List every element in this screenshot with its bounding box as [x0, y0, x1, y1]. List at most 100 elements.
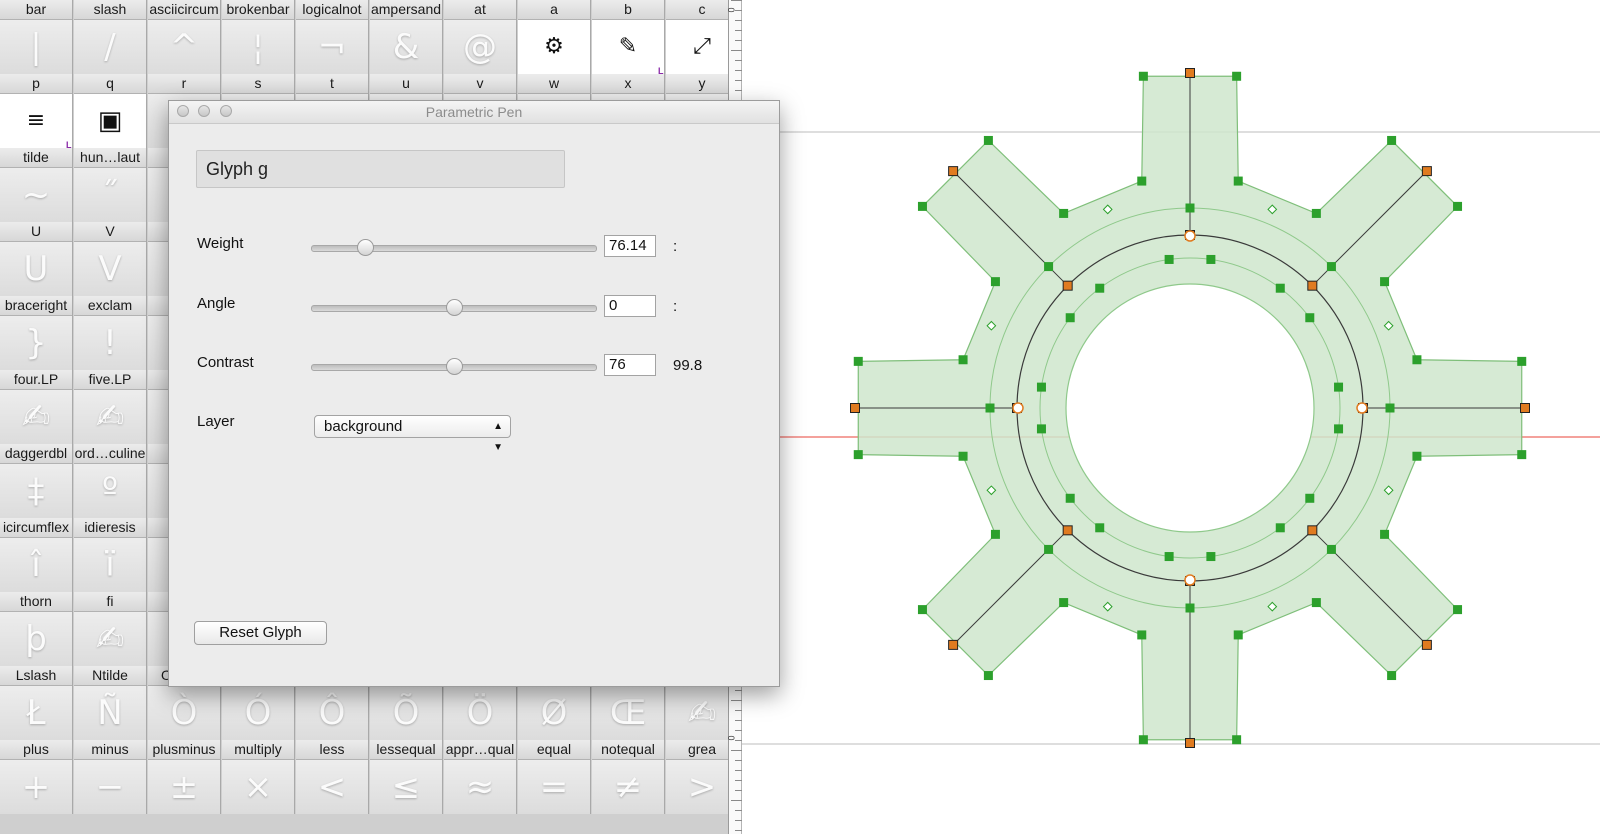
glyph-preview: Ø: [518, 686, 590, 740]
glyph-cell-label: v: [444, 74, 516, 94]
glyph-cell[interactable]: asciicircum ^: [148, 0, 221, 74]
glyph-cell-label: x: [592, 74, 664, 94]
orange-node: [1421, 166, 1432, 177]
weight-value-field[interactable]: 76.14: [604, 235, 656, 257]
glyph-cell[interactable]: braceright}: [0, 296, 73, 370]
weight-slider[interactable]: [311, 239, 597, 256]
green-node: [1311, 598, 1321, 608]
layer-select[interactable]: background ▲ ▼: [314, 415, 511, 453]
glyph-preview: ï: [74, 538, 146, 592]
glyph-cell[interactable]: thorn þ: [0, 592, 73, 666]
glyph-cell[interactable]: hun…laut ˝: [74, 148, 147, 222]
glyph-cell-label: U: [0, 222, 72, 242]
glyph-preview: >: [666, 760, 728, 814]
green-node: [958, 451, 968, 461]
gear-hole: [1065, 283, 1315, 533]
glyph-cell[interactable]: icircumflex î: [0, 518, 73, 592]
glyph-cell-label: ord…culine: [74, 444, 146, 464]
glyph-cell[interactable]: appr…qual ≈: [444, 740, 517, 814]
glyph-cell[interactable]: brokenbar ¦: [222, 0, 295, 74]
glyph-canvas[interactable]: [742, 0, 1600, 834]
glyph-cell[interactable]: p ≡ L: [0, 74, 73, 150]
reset-glyph-button[interactable]: Reset Glyph: [194, 621, 327, 645]
glyph-cell-label: s: [222, 74, 294, 94]
glyph-preview: ±: [148, 760, 220, 814]
glyph-cell-label: brokenbar: [222, 0, 294, 20]
glyph-cell[interactable]: fi ✍: [74, 592, 147, 666]
glyph-cell[interactable]: c ⤢: [666, 0, 728, 74]
minimize-window-button[interactable]: [198, 105, 210, 117]
glyph-cell[interactable]: notequal ≠: [592, 740, 665, 814]
glyph-cell-label: minus: [74, 740, 146, 760]
glyph-cell[interactable]: ampersand &: [370, 0, 443, 74]
glyph-cell[interactable]: slash /: [74, 0, 147, 74]
glyph-name-field: Glyph g: [196, 150, 565, 188]
glyph-cell[interactable]: less <: [296, 740, 369, 814]
glyph-preview: ˝: [74, 168, 146, 222]
green-node: [1059, 208, 1069, 218]
glyph-cell[interactable]: UU: [0, 222, 73, 296]
glyph-cell[interactable]: bar |: [0, 0, 73, 74]
glyph-cell[interactable]: grea >: [666, 740, 728, 814]
contrast-label: Contrast: [197, 354, 254, 371]
glyph-cell[interactable]: five.LP ✍: [74, 370, 147, 444]
glyph-cell-label: asciicircum: [148, 0, 220, 20]
glyph-cell-label: c: [666, 0, 728, 20]
weight-slider-knob[interactable]: [357, 239, 375, 256]
dialog-title: Parametric Pen: [425, 104, 523, 120]
glyph-preview: Œ: [592, 686, 664, 740]
green-node: [1387, 135, 1397, 145]
close-window-button[interactable]: [177, 105, 189, 117]
glyph-cell[interactable]: VV: [74, 222, 147, 296]
glyph-cell[interactable]: equal =: [518, 740, 591, 814]
angle-slider[interactable]: [311, 299, 597, 316]
glyph-cell[interactable]: daggerdbl ‡: [0, 444, 73, 518]
glyph-cell[interactable]: minus −: [74, 740, 147, 814]
glyph-cell-label: braceright: [0, 296, 72, 316]
glyph-cell-label: logicalnot: [296, 0, 368, 20]
green-node: [1185, 203, 1195, 213]
green-node: [1412, 355, 1422, 365]
glyph-cell[interactable]: four.LP ✍: [0, 370, 73, 444]
select-arrows-icon: ▲ ▼: [493, 421, 503, 453]
green-node: [990, 529, 1000, 539]
contrast-slider-knob[interactable]: [445, 358, 463, 375]
angle-value-field[interactable]: 0: [604, 295, 656, 317]
glyph-cell[interactable]: logicalnot ¬: [296, 0, 369, 74]
angle-slider-knob[interactable]: [445, 299, 463, 316]
zoom-window-button[interactable]: [220, 105, 232, 117]
glyph-cell[interactable]: a ⚙: [518, 0, 591, 74]
glyph-cell[interactable]: ord…culine º: [74, 444, 147, 518]
contrast-slider[interactable]: [311, 358, 597, 375]
glyph-preview: Ô: [296, 686, 368, 740]
glyph-cell[interactable]: tilde ~: [0, 148, 73, 222]
glyph-cell[interactable]: exclam!: [74, 296, 147, 370]
glyph-cell[interactable]: idieresis ï: [74, 518, 147, 592]
glyph-cell[interactable]: Lslash Ł: [0, 666, 73, 740]
green-node: [1065, 493, 1075, 503]
glyph-cell-label: multiply: [222, 740, 294, 760]
green-node: [985, 403, 995, 413]
glyph-preview: =: [518, 760, 590, 814]
glyph-cell[interactable]: q ▣: [74, 74, 147, 148]
orange-node: [1421, 639, 1432, 650]
glyph-cell[interactable]: plusminus ±: [148, 740, 221, 814]
glyph-cell[interactable]: plus +: [0, 740, 73, 814]
glyph-cell-label: q: [74, 74, 146, 94]
glyph-cell[interactable]: Ntilde Ñ: [74, 666, 147, 740]
glyph-cell[interactable]: at @: [444, 0, 517, 74]
gear-outline-drawing: [742, 68, 1600, 748]
green-node: [853, 356, 863, 366]
glyph-cell[interactable]: lessequal ≤: [370, 740, 443, 814]
green-node: [1065, 313, 1075, 323]
dialog-titlebar[interactable]: Parametric Pen: [169, 101, 779, 124]
orange-node: [1062, 525, 1073, 536]
glyph-preview: !: [74, 316, 146, 370]
green-node: [1036, 424, 1046, 434]
orange-node: [1185, 738, 1195, 748]
glyph-cell[interactable]: b ✎ L: [592, 0, 665, 76]
glyph-cell[interactable]: multiply ×: [222, 740, 295, 814]
glyph-cell-label: thorn: [0, 592, 72, 612]
contrast-value-field[interactable]: 76: [604, 354, 656, 376]
writing-hand-icon: ✍: [666, 686, 728, 740]
